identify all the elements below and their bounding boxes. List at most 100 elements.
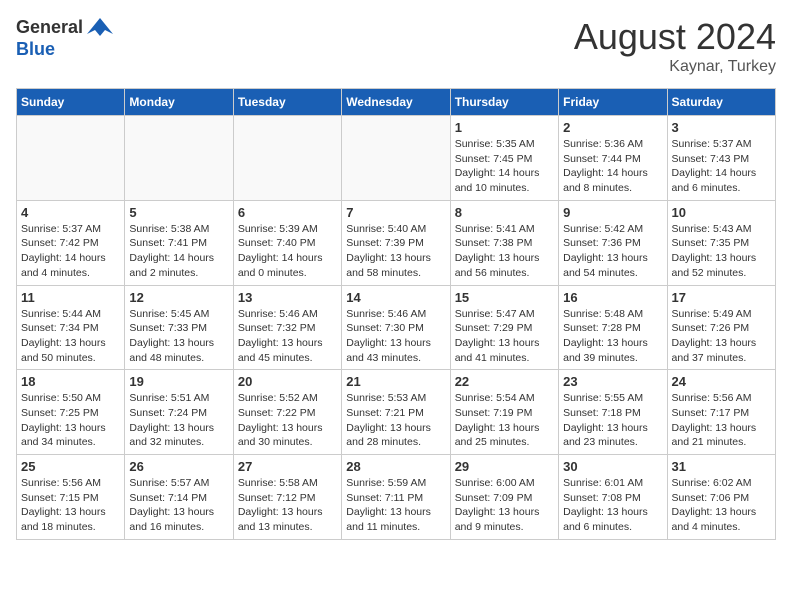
weekday-header: Thursday: [450, 89, 558, 116]
calendar-cell: 20 Sunrise: 5:52 AM Sunset: 7:22 PM Dayli…: [233, 370, 341, 455]
day-info: Sunrise: 5:37 AM Sunset: 7:43 PM Dayligh…: [672, 137, 771, 196]
day-number: 20: [238, 374, 337, 389]
calendar-cell: 12Sunrise: 5:45 AM Sunset: 7:33 PM Dayli…: [125, 285, 233, 370]
weekday-header: Monday: [125, 89, 233, 116]
day-number: 28: [346, 459, 445, 474]
day-number: 29: [455, 459, 554, 474]
day-info: Sunrise: 5:56 AM Sunset: 7:15 PM Dayligh…: [21, 476, 120, 535]
day-number: 4: [21, 205, 120, 220]
day-number: 25: [21, 459, 120, 474]
day-info: Sunrise: 5:59 AM Sunset: 7:11 PM Dayligh…: [346, 476, 445, 535]
weekday-header: Friday: [559, 89, 667, 116]
day-info: Sunrise: 5:57 AM Sunset: 7:14 PM Dayligh…: [129, 476, 228, 535]
calendar-cell: 30Sunrise: 6:01 AM Sunset: 7:08 PM Dayli…: [559, 455, 667, 540]
calendar-cell: 25 Sunrise: 5:56 AM Sunset: 7:15 PM Dayli…: [17, 455, 125, 540]
day-number: 12: [129, 290, 228, 305]
day-info: Sunrise: 5:36 AM Sunset: 7:44 PM Dayligh…: [563, 137, 662, 196]
day-number: 1: [455, 120, 554, 135]
weekday-header: Wednesday: [342, 89, 450, 116]
calendar-cell: 14 Sunrise: 5:46 AM Sunset: 7:30 PM Dayli…: [342, 285, 450, 370]
calendar-cell: 29 Sunrise: 6:00 AM Sunset: 7:09 PM Dayli…: [450, 455, 558, 540]
day-info: Sunrise: 5:44 AM Sunset: 7:34 PM Dayligh…: [21, 307, 120, 366]
day-info: Sunrise: 5:42 AM Sunset: 7:36 PM Dayligh…: [563, 222, 662, 281]
day-info: Sunrise: 5:39 AM Sunset: 7:40 PM Dayligh…: [238, 222, 337, 281]
calendar-cell: 15Sunrise: 5:47 AM Sunset: 7:29 PM Dayli…: [450, 285, 558, 370]
day-number: 9: [563, 205, 662, 220]
calendar-cell: 9 Sunrise: 5:42 AM Sunset: 7:36 PM Daylig…: [559, 200, 667, 285]
day-number: 7: [346, 205, 445, 220]
weekday-header: Sunday: [17, 89, 125, 116]
calendar-cell: 8Sunrise: 5:41 AM Sunset: 7:38 PM Daylig…: [450, 200, 558, 285]
day-info: Sunrise: 6:00 AM Sunset: 7:09 PM Dayligh…: [455, 476, 554, 535]
page-header: General Blue August 2024 Kaynar, Turkey: [16, 16, 776, 76]
calendar-week-row: 1 Sunrise: 5:35 AM Sunset: 7:45 PM Daylig…: [17, 116, 776, 201]
weekday-header-row: SundayMondayTuesdayWednesdayThursdayFrid…: [17, 89, 776, 116]
day-number: 21: [346, 374, 445, 389]
calendar-cell: 17 Sunrise: 5:49 AM Sunset: 7:26 PM Dayli…: [667, 285, 775, 370]
calendar-week-row: 25 Sunrise: 5:56 AM Sunset: 7:15 PM Dayli…: [17, 455, 776, 540]
day-number: 14: [346, 290, 445, 305]
day-info: Sunrise: 5:58 AM Sunset: 7:12 PM Dayligh…: [238, 476, 337, 535]
day-info: Sunrise: 6:01 AM Sunset: 7:08 PM Dayligh…: [563, 476, 662, 535]
day-number: 6: [238, 205, 337, 220]
calendar-cell: 26 Sunrise: 5:57 AM Sunset: 7:14 PM Dayli…: [125, 455, 233, 540]
calendar-cell: 1 Sunrise: 5:35 AM Sunset: 7:45 PM Daylig…: [450, 116, 558, 201]
day-number: 15: [455, 290, 554, 305]
day-info: Sunrise: 5:53 AM Sunset: 7:21 PM Dayligh…: [346, 391, 445, 450]
day-number: 13: [238, 290, 337, 305]
day-info: Sunrise: 5:52 AM Sunset: 7:22 PM Dayligh…: [238, 391, 337, 450]
day-number: 17: [672, 290, 771, 305]
day-info: Sunrise: 5:46 AM Sunset: 7:32 PM Dayligh…: [238, 307, 337, 366]
day-number: 24: [672, 374, 771, 389]
day-number: 23: [563, 374, 662, 389]
day-number: 2: [563, 120, 662, 135]
calendar-cell: 31Sunrise: 6:02 AM Sunset: 7:06 PM Dayli…: [667, 455, 775, 540]
logo-bird-icon: [85, 16, 115, 40]
calendar-cell: [342, 116, 450, 201]
calendar-cell: [233, 116, 341, 201]
calendar-cell: 27 Sunrise: 5:58 AM Sunset: 7:12 PM Dayli…: [233, 455, 341, 540]
calendar-cell: 19Sunrise: 5:51 AM Sunset: 7:24 PM Dayli…: [125, 370, 233, 455]
day-number: 16: [563, 290, 662, 305]
day-number: 8: [455, 205, 554, 220]
day-number: 11: [21, 290, 120, 305]
day-info: Sunrise: 5:40 AM Sunset: 7:39 PM Dayligh…: [346, 222, 445, 281]
calendar-cell: 10Sunrise: 5:43 AM Sunset: 7:35 PM Dayli…: [667, 200, 775, 285]
day-info: Sunrise: 5:48 AM Sunset: 7:28 PM Dayligh…: [563, 307, 662, 366]
day-number: 18: [21, 374, 120, 389]
day-info: Sunrise: 5:37 AM Sunset: 7:42 PM Dayligh…: [21, 222, 120, 281]
day-number: 27: [238, 459, 337, 474]
calendar-cell: 6 Sunrise: 5:39 AM Sunset: 7:40 PM Daylig…: [233, 200, 341, 285]
day-info: Sunrise: 5:46 AM Sunset: 7:30 PM Dayligh…: [346, 307, 445, 366]
day-info: Sunrise: 5:54 AM Sunset: 7:19 PM Dayligh…: [455, 391, 554, 450]
day-info: Sunrise: 6:02 AM Sunset: 7:06 PM Dayligh…: [672, 476, 771, 535]
calendar-cell: 23 Sunrise: 5:55 AM Sunset: 7:18 PM Dayli…: [559, 370, 667, 455]
day-info: Sunrise: 5:51 AM Sunset: 7:24 PM Dayligh…: [129, 391, 228, 450]
logo: General Blue: [16, 16, 115, 60]
calendar-cell: 4 Sunrise: 5:37 AM Sunset: 7:42 PM Daylig…: [17, 200, 125, 285]
calendar-cell: 2 Sunrise: 5:36 AM Sunset: 7:44 PM Daylig…: [559, 116, 667, 201]
calendar-cell: 5 Sunrise: 5:38 AM Sunset: 7:41 PM Daylig…: [125, 200, 233, 285]
day-info: Sunrise: 5:35 AM Sunset: 7:45 PM Dayligh…: [455, 137, 554, 196]
day-number: 26: [129, 459, 228, 474]
calendar-week-row: 4 Sunrise: 5:37 AM Sunset: 7:42 PM Daylig…: [17, 200, 776, 285]
day-info: Sunrise: 5:43 AM Sunset: 7:35 PM Dayligh…: [672, 222, 771, 281]
calendar-cell: 13 Sunrise: 5:46 AM Sunset: 7:32 PM Dayli…: [233, 285, 341, 370]
day-number: 5: [129, 205, 228, 220]
calendar-cell: 18 Sunrise: 5:50 AM Sunset: 7:25 PM Dayli…: [17, 370, 125, 455]
calendar-cell: 7 Sunrise: 5:40 AM Sunset: 7:39 PM Daylig…: [342, 200, 450, 285]
title-block: August 2024 Kaynar, Turkey: [574, 16, 776, 76]
day-info: Sunrise: 5:50 AM Sunset: 7:25 PM Dayligh…: [21, 391, 120, 450]
day-info: Sunrise: 5:49 AM Sunset: 7:26 PM Dayligh…: [672, 307, 771, 366]
calendar-cell: 24Sunrise: 5:56 AM Sunset: 7:17 PM Dayli…: [667, 370, 775, 455]
day-number: 3: [672, 120, 771, 135]
day-number: 22: [455, 374, 554, 389]
weekday-header: Tuesday: [233, 89, 341, 116]
weekday-header: Saturday: [667, 89, 775, 116]
calendar-week-row: 11 Sunrise: 5:44 AM Sunset: 7:34 PM Dayli…: [17, 285, 776, 370]
calendar-cell: [17, 116, 125, 201]
calendar-cell: 11 Sunrise: 5:44 AM Sunset: 7:34 PM Dayli…: [17, 285, 125, 370]
day-info: Sunrise: 5:55 AM Sunset: 7:18 PM Dayligh…: [563, 391, 662, 450]
day-info: Sunrise: 5:38 AM Sunset: 7:41 PM Dayligh…: [129, 222, 228, 281]
calendar-table: SundayMondayTuesdayWednesdayThursdayFrid…: [16, 88, 776, 540]
